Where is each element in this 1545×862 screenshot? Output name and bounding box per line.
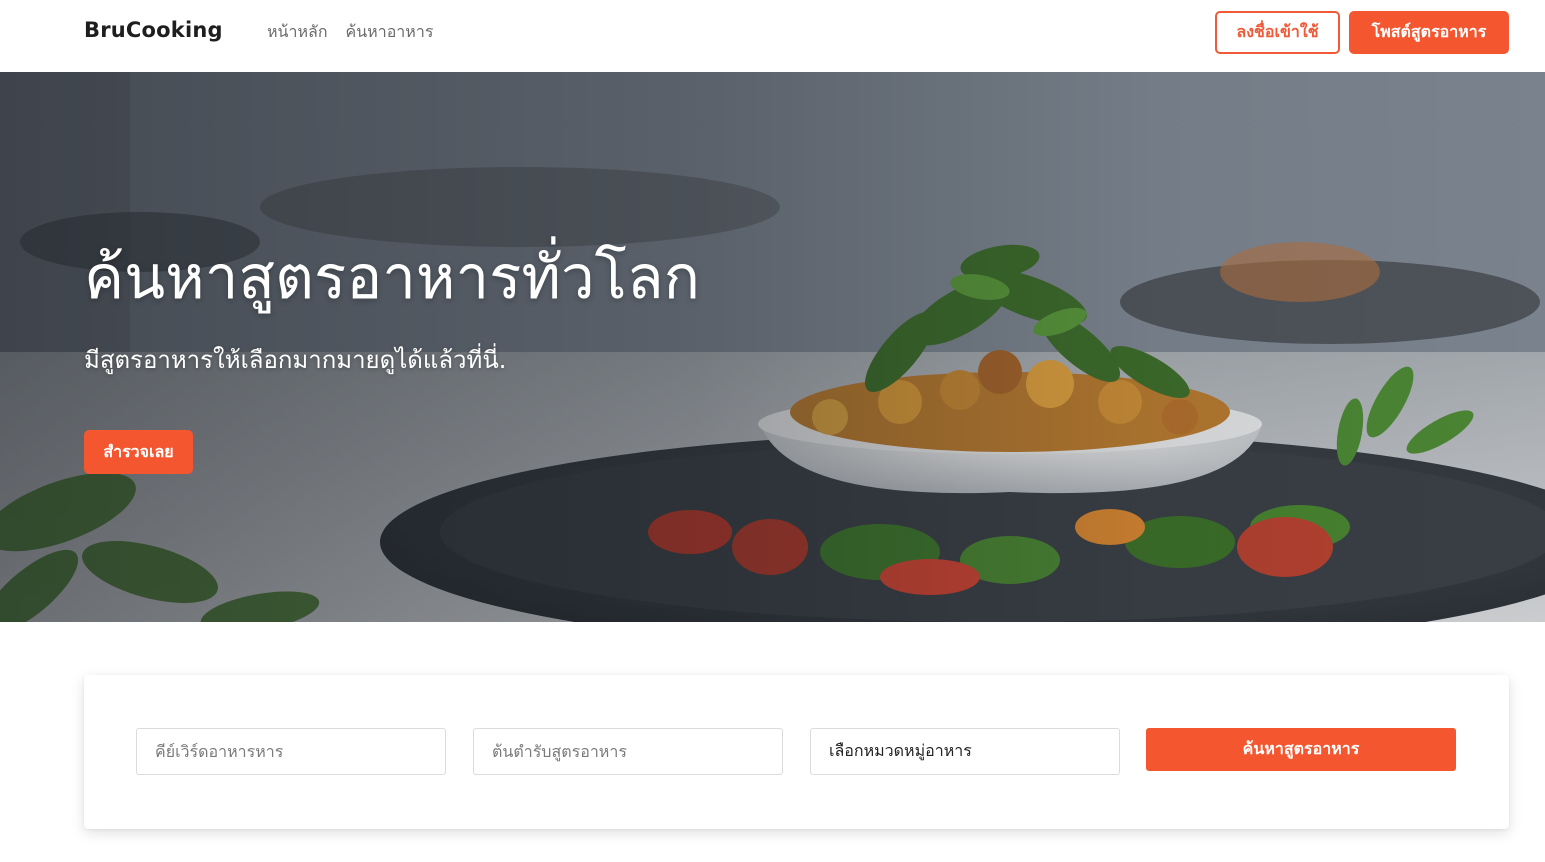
origin-input[interactable]	[473, 728, 783, 775]
post-recipe-button[interactable]: โพสต์สูตรอาหาร	[1349, 11, 1509, 54]
nav-link-search-food[interactable]: ค้นหาอาหาร	[346, 20, 434, 45]
navbar: BruCooking หน้าหลัก ค้นหาอาหาร ลงชื่อเข้…	[0, 0, 1545, 72]
login-button[interactable]: ลงชื่อเข้าใช้	[1215, 11, 1340, 54]
hero-banner: ค้นหาสูตรอาหารทั่วโลก มีสูตรอาหารให้เลือ…	[0, 72, 1545, 622]
nav-links: หน้าหลัก ค้นหาอาหาร	[267, 20, 433, 45]
category-select[interactable]: เลือกหมวดหมู่อาหาร	[810, 728, 1120, 775]
explore-button[interactable]: สำรวจเลย	[84, 430, 193, 474]
nav-link-home[interactable]: หน้าหลัก	[267, 20, 328, 45]
brand-logo[interactable]: BruCooking	[84, 18, 223, 42]
search-recipe-button[interactable]: ค้นหาสูตรอาหาร	[1146, 728, 1456, 771]
keyword-input[interactable]	[136, 728, 446, 775]
hero-subtitle: มีสูตรอาหารให้เลือกมากมายดูได้แล้วที่นี่…	[84, 346, 507, 374]
search-panel: เลือกหมวดหมู่อาหาร ค้นหาสูตรอาหาร	[84, 675, 1509, 829]
hero-title: ค้นหาสูตรอาหารทั่วโลก	[84, 243, 700, 313]
